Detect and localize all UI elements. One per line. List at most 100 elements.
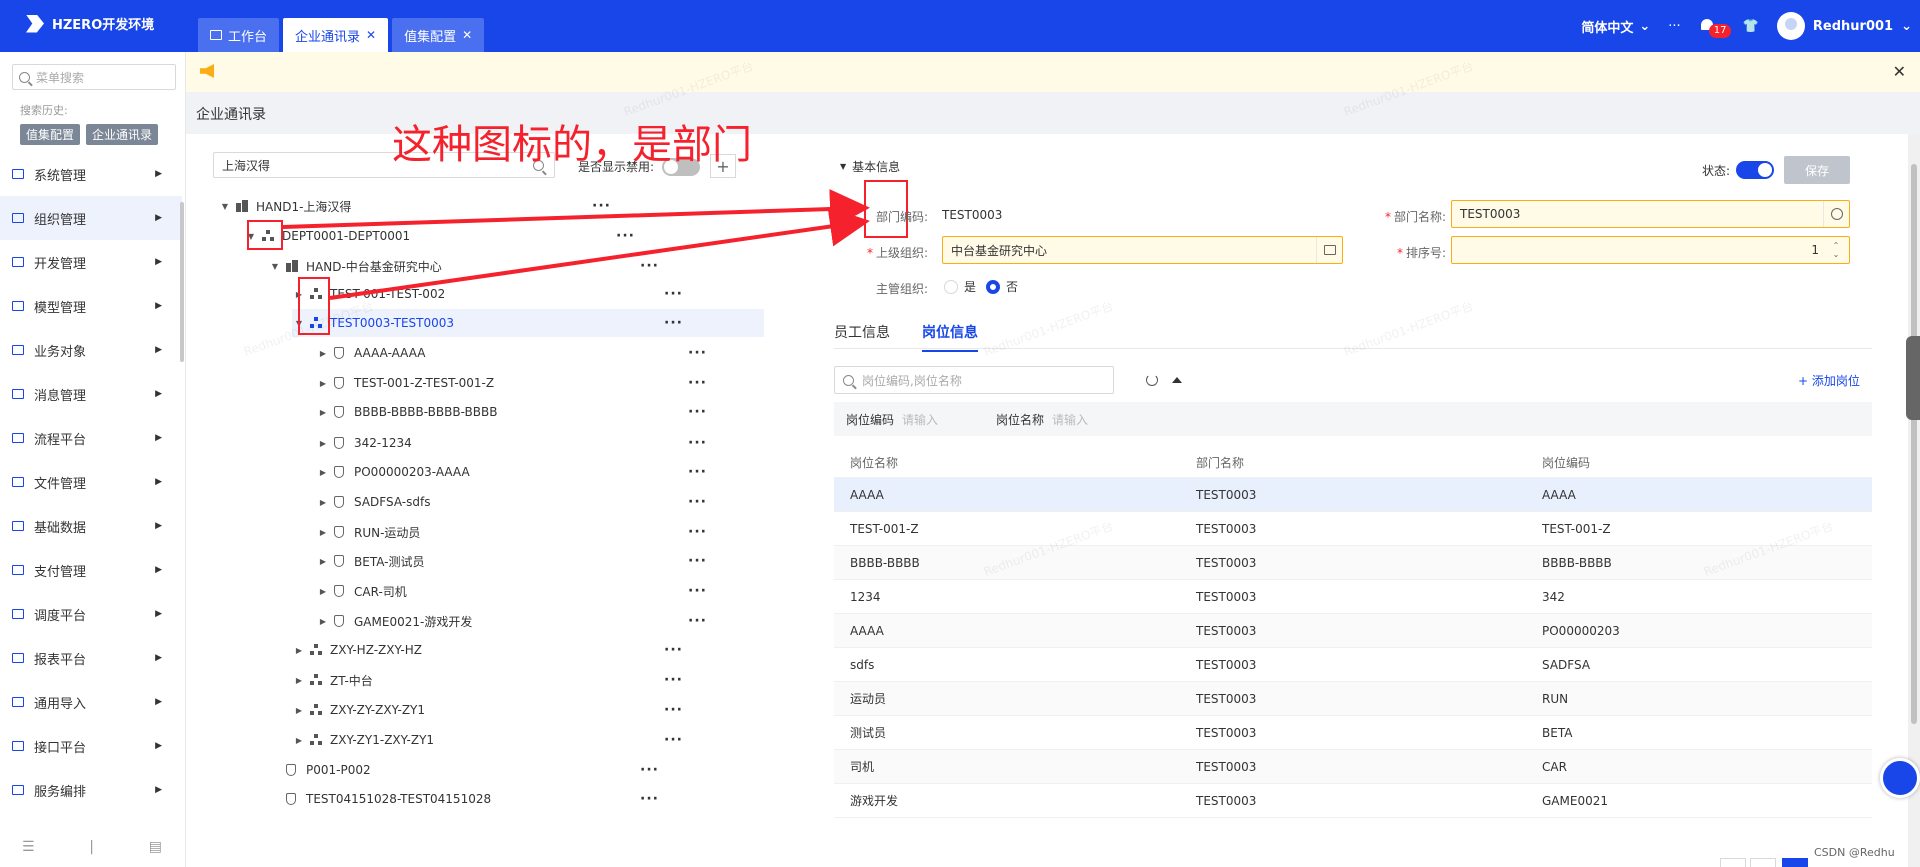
sort-number-input[interactable]: 1 ⌃ ⌄ bbox=[1451, 236, 1850, 264]
more-icon[interactable]: ··· bbox=[664, 672, 683, 688]
post-search-input[interactable]: 岗位编码,岗位名称 bbox=[834, 366, 1114, 394]
table-row[interactable]: 司机 TEST0003 CAR bbox=[834, 750, 1872, 784]
main-org-yes-radio[interactable]: 是 bbox=[944, 278, 976, 295]
printer-icon[interactable]: ▤ bbox=[149, 839, 162, 855]
more-icon[interactable]: ··· bbox=[688, 464, 707, 480]
tree-node[interactable]: ▶ BETA-测试员 bbox=[316, 547, 425, 575]
help-float-button[interactable] bbox=[1880, 758, 1920, 798]
tree-node[interactable]: ▶ ZXY-ZY1-ZXY-ZY1 bbox=[292, 726, 434, 754]
sidebar-item-basedata[interactable]: 基础数据 ▶ bbox=[0, 504, 182, 548]
caret-right-icon[interactable]: ▶ bbox=[316, 349, 330, 358]
more-icon[interactable]: ··· bbox=[664, 315, 683, 331]
pager-button[interactable] bbox=[1720, 858, 1746, 867]
pager-current[interactable] bbox=[1782, 858, 1808, 867]
menu-search-input[interactable]: 菜单搜索 bbox=[12, 64, 176, 90]
history-chip[interactable]: 企业通讯录 bbox=[86, 124, 159, 145]
tree-node[interactable]: TEST04151028-TEST04151028 bbox=[268, 785, 491, 813]
number-stepper[interactable]: ⌃ ⌄ bbox=[1823, 237, 1849, 263]
column-header[interactable]: 部门名称 bbox=[1180, 454, 1526, 471]
table-row[interactable]: 1234 TEST0003 342 bbox=[834, 580, 1872, 614]
main-org-no-radio[interactable]: 否 bbox=[986, 278, 1018, 295]
sidebar-item-import[interactable]: 通用导入 ▶ bbox=[0, 680, 182, 724]
save-button[interactable]: 保存 bbox=[1784, 156, 1850, 184]
tree-node[interactable]: P001-P002 bbox=[268, 756, 371, 784]
more-icon[interactable]: ··· bbox=[688, 553, 707, 569]
sidebar-item-scheduler[interactable]: 调度平台 ▶ bbox=[0, 592, 182, 636]
lov-button[interactable] bbox=[1316, 237, 1342, 263]
table-row[interactable]: 测试员 TEST0003 BETA bbox=[834, 716, 1872, 750]
tree-node[interactable]: ▶ TEST-001-Z-TEST-001-Z bbox=[316, 369, 494, 397]
page-scrollbar[interactable] bbox=[1908, 134, 1920, 867]
table-row[interactable]: sdfs TEST0003 SADFSA bbox=[834, 648, 1872, 682]
more-icon[interactable]: ··· bbox=[616, 228, 635, 244]
close-icon[interactable]: ✕ bbox=[462, 28, 472, 42]
tree-node[interactable]: ▶ BBBB-BBBB-BBBB-BBBB bbox=[316, 398, 498, 426]
collapse-menu-icon[interactable]: ☰ bbox=[22, 839, 35, 855]
more-icon[interactable]: ··· bbox=[688, 583, 707, 599]
more-icon[interactable]: ··· bbox=[688, 435, 707, 451]
sidebar-item-orchestration[interactable]: 服务编排 ▶ bbox=[0, 768, 182, 812]
refresh-icon[interactable] bbox=[1146, 374, 1158, 386]
chevron-down-icon[interactable]: ⌄ bbox=[1833, 250, 1840, 259]
section-basic-info[interactable]: ▼ 基本信息 bbox=[840, 158, 900, 175]
more-icon[interactable]: ··· bbox=[640, 258, 659, 274]
caret-right-icon[interactable]: ▶ bbox=[292, 736, 306, 745]
more-icon[interactable]: ··· bbox=[664, 702, 683, 718]
more-icon[interactable]: ··· bbox=[664, 642, 683, 658]
table-row[interactable]: AAAA TEST0003 AAAA bbox=[834, 478, 1872, 512]
sidebar-item-bizobj[interactable]: 业务对象 ▶ bbox=[0, 328, 182, 372]
tab-workbench[interactable]: 工作台 bbox=[198, 18, 280, 52]
table-row[interactable]: 游戏开发 TEST0003 GAME0021 bbox=[834, 784, 1872, 818]
sidebar-item-interface[interactable]: 接口平台 ▶ bbox=[0, 724, 182, 768]
caret-right-icon[interactable]: ▶ bbox=[316, 587, 330, 596]
sidebar-item-org[interactable]: 组织管理 ▶ bbox=[0, 196, 182, 240]
more-icon[interactable]: ··· bbox=[688, 404, 707, 420]
table-row[interactable]: BBBB-BBBB TEST0003 BBBB-BBBB bbox=[834, 546, 1872, 580]
caret-right-icon[interactable]: ▶ bbox=[292, 676, 306, 685]
filter-code-input[interactable]: 请输入 bbox=[902, 411, 938, 428]
close-icon[interactable]: ✕ bbox=[1893, 62, 1906, 81]
tree-node[interactable]: ▼ HAND1-上海汉得 bbox=[218, 192, 352, 220]
sidebar-item-workflow[interactable]: 流程平台 ▶ bbox=[0, 416, 182, 460]
tree-node[interactable]: ▶ CAR-司机 bbox=[316, 577, 407, 605]
history-chip[interactable]: 值集配置 bbox=[20, 124, 81, 145]
table-row[interactable]: 运动员 TEST0003 RUN bbox=[834, 682, 1872, 716]
caret-right-icon[interactable]: ▶ bbox=[292, 706, 306, 715]
user-menu[interactable]: Redhur001 ⌄ bbox=[1776, 12, 1912, 40]
parent-org-input[interactable]: 中台基金研究中心 bbox=[942, 236, 1343, 264]
tree-node[interactable]: ▶ RUN-运动员 bbox=[316, 518, 421, 546]
caret-right-icon[interactable]: ▶ bbox=[316, 557, 330, 566]
more-icon[interactable]: ··· bbox=[688, 345, 707, 361]
caret-right-icon[interactable]: ▶ bbox=[316, 408, 330, 417]
caret-right-icon[interactable]: ▶ bbox=[316, 468, 330, 477]
caret-right-icon[interactable]: ▶ bbox=[316, 379, 330, 388]
status-toggle[interactable] bbox=[1736, 161, 1774, 179]
filter-name-input[interactable]: 请输入 bbox=[1052, 411, 1088, 428]
tree-node-selected[interactable]: ▼ TEST0003-TEST0003 bbox=[292, 309, 764, 337]
more-icon[interactable]: ··· bbox=[640, 791, 659, 807]
table-row[interactable]: TEST-001-Z TEST0003 TEST-001-Z bbox=[834, 512, 1872, 546]
more-icon[interactable]: ··· bbox=[688, 494, 707, 510]
caret-right-icon[interactable]: ▶ bbox=[316, 617, 330, 626]
more-icon[interactable]: ··· bbox=[1668, 19, 1680, 34]
shirt-icon[interactable]: 👕 bbox=[1743, 19, 1759, 34]
sidebar-item-message[interactable]: 消息管理 ▶ bbox=[0, 372, 182, 416]
app-logo[interactable]: HZERO开发环境 bbox=[26, 14, 154, 33]
sidebar-item-file[interactable]: 文件管理 ▶ bbox=[0, 460, 182, 504]
pager-button[interactable] bbox=[1750, 858, 1776, 867]
more-icon[interactable]: ··· bbox=[640, 762, 659, 778]
more-icon[interactable]: ··· bbox=[592, 198, 611, 214]
tree-node[interactable]: ▶ GAME0021-游戏开发 bbox=[316, 607, 472, 635]
tree-node[interactable]: ▶ 342-1234 bbox=[316, 429, 412, 457]
sidebar-item-system[interactable]: 系统管理 ▶ bbox=[0, 152, 182, 196]
bell-icon[interactable]: 17 bbox=[1699, 18, 1732, 38]
close-icon[interactable]: ✕ bbox=[366, 28, 376, 42]
more-icon[interactable]: ··· bbox=[664, 286, 683, 302]
tree-node[interactable]: ▶ PO00000203-AAAA bbox=[316, 458, 470, 486]
scrollbar-thumb[interactable] bbox=[1911, 164, 1917, 724]
sidebar-scrollbar[interactable] bbox=[180, 202, 184, 362]
column-header[interactable]: 岗位编码 bbox=[1526, 454, 1872, 471]
sidebar-item-report[interactable]: 报表平台 ▶ bbox=[0, 636, 182, 680]
add-position-button[interactable]: + 添加岗位 bbox=[1798, 372, 1860, 389]
caret-right-icon[interactable]: ▶ bbox=[316, 528, 330, 537]
